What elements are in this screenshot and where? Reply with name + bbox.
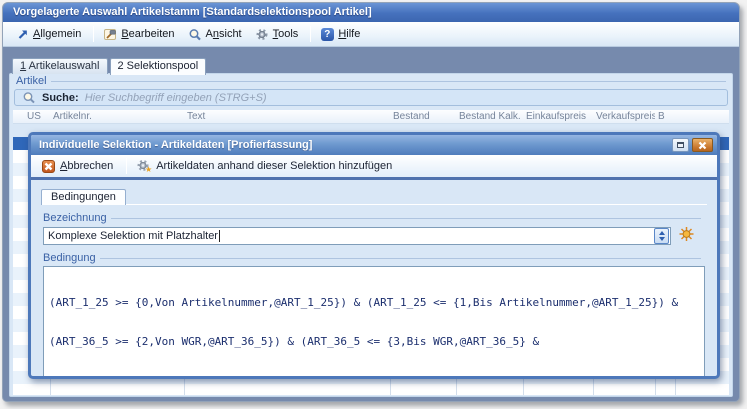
column-header-bestand[interactable]: Bestand <box>390 111 456 122</box>
group-divider <box>50 81 726 82</box>
menu-allgemein[interactable]: Allgemein <box>11 26 88 43</box>
tab-selektionspool[interactable]: 2 Selektionspool <box>109 58 207 75</box>
tab-strip: 1 Artikelauswahl 2 Selektionspool <box>12 58 208 75</box>
condition-line: (ART_138_8 >= {4,Von Hauptlieferant,R0,8… <box>49 374 699 376</box>
starburst-icon[interactable] <box>678 226 695 245</box>
group-divider <box>110 218 701 219</box>
search-placeholder: Hier Suchbegriff eingeben (STRG+S) <box>84 91 267 104</box>
artikel-group-label: Artikel <box>16 75 47 87</box>
menu-separator <box>310 26 312 42</box>
tab-artikelauswahl[interactable]: 1 Artikelauswahl <box>12 58 108 74</box>
hammer-icon <box>103 28 117 41</box>
spin-down-icon <box>658 236 665 241</box>
column-header-b[interactable]: B <box>655 111 675 122</box>
close-icon <box>698 141 707 149</box>
condition-line: (ART_1_25 >= {0,Von Artikelnummer,@ART_1… <box>49 296 679 309</box>
abbrechen-button[interactable]: Abbrechen <box>38 158 121 175</box>
group-divider <box>99 258 701 259</box>
column-header-text[interactable]: Text <box>184 111 390 122</box>
bedingung-label: Bedingung <box>43 252 96 264</box>
dialog-toolbar: Abbrechen ★ Artikeldaten anhand dieser S… <box>31 155 717 180</box>
cancel-x-icon <box>42 159 55 173</box>
column-header-artikelnr[interactable]: Artikelnr. <box>50 111 184 122</box>
menu-ansicht[interactable]: Ansicht <box>184 26 249 43</box>
menu-bearbeiten[interactable]: Bearbeiten <box>99 26 181 43</box>
menu-bar: Allgemein Bearbeiten Ansicht Tools ? Hil… <box>3 22 739 47</box>
text-caret <box>218 229 220 242</box>
app-window: Vorgelagerte Auswahl Artikelstamm [Stand… <box>2 2 740 402</box>
bedingung-group: Bedingung (ART_1_25 >= {0,Von Artikelnum… <box>41 251 707 376</box>
column-header-verkaufspreis[interactable]: Verkaufspreis <box>593 111 655 122</box>
window-titlebar: Vorgelagerte Auswahl Artikelstamm [Stand… <box>3 3 739 22</box>
search-bar[interactable]: Suche: Hier Suchbegriff eingeben (STRG+S… <box>14 89 728 106</box>
dialog-titlebar: Individuelle Selektion - Artikeldaten [P… <box>31 135 717 155</box>
dialog-title: Individuelle Selektion - Artikeldaten [P… <box>39 139 313 151</box>
tab-bedingungen[interactable]: Bedingungen <box>41 189 126 205</box>
column-header-bestand-kalk[interactable]: Bestand Kalk. <box>456 111 523 122</box>
window-title: Vorgelagerte Auswahl Artikelstamm [Stand… <box>13 6 372 18</box>
artikel-group-header: Artikel <box>10 74 732 87</box>
menu-tools[interactable]: Tools <box>251 26 306 43</box>
bedingung-editor[interactable]: (ART_1_25 >= {0,Von Artikelnummer,@ART_1… <box>43 266 705 376</box>
bezeichnung-label: Bezeichnung <box>43 212 107 224</box>
search-label: Suche: <box>42 91 79 104</box>
gear-icon <box>255 28 269 41</box>
condition-line: (ART_36_5 >= {2,Von WGR,@ART_36_5}) & (A… <box>49 335 540 348</box>
toolbar-separator <box>126 158 128 174</box>
column-header-einkaufspreis[interactable]: Einkaufspreis <box>523 111 593 122</box>
arrow-up-right-icon <box>15 28 29 41</box>
restore-button[interactable] <box>672 138 689 152</box>
dialog-tabstrip: Bedingungen <box>41 188 707 205</box>
column-header-us[interactable]: US <box>24 111 50 122</box>
search-icon <box>22 91 36 104</box>
individuelle-selektion-dialog: Individuelle Selektion - Artikeldaten [P… <box>28 132 720 379</box>
bezeichnung-input[interactable]: Komplexe Selektion mit Platzhalter <box>43 226 671 245</box>
menu-hilfe[interactable]: ? Hilfe <box>316 26 367 43</box>
artikeldaten-hinzufuegen-button[interactable]: ★ Artikeldaten anhand dieser Selektion h… <box>132 157 400 175</box>
spinner-control[interactable] <box>654 227 669 244</box>
spin-up-icon <box>658 230 665 235</box>
gear-sparkle-icon: ★ <box>136 159 152 174</box>
close-button[interactable] <box>692 138 713 152</box>
table-header: US Artikelnr. Text Bestand Bestand Kalk.… <box>13 110 729 124</box>
dialog-body: Bedingungen Bezeichnung Komplexe Selekti… <box>31 183 717 376</box>
menu-separator <box>93 26 95 42</box>
help-icon: ? <box>320 27 334 41</box>
restore-icon <box>677 142 684 148</box>
magnifier-icon <box>188 28 202 41</box>
bezeichnung-group: Bezeichnung Komplexe Selektion mit Platz… <box>41 211 707 245</box>
